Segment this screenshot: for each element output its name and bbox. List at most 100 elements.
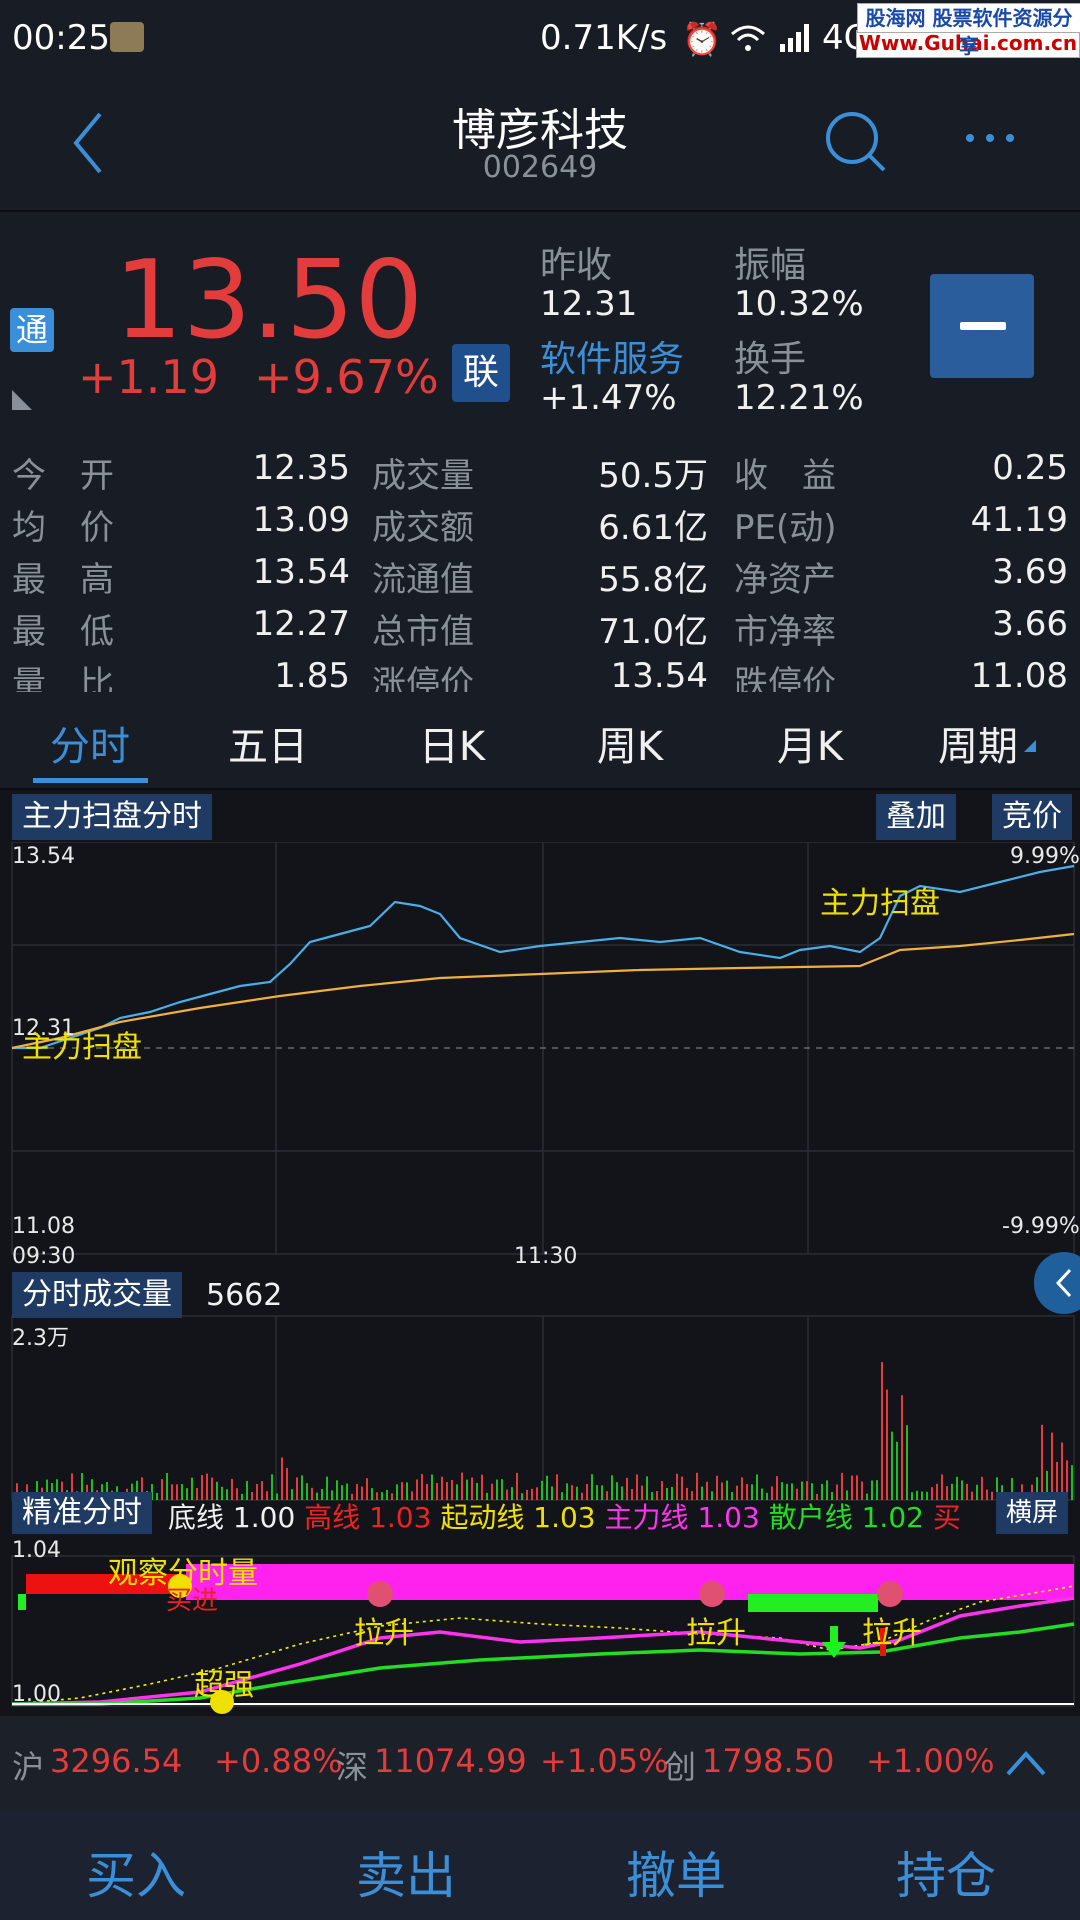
tong-badge[interactable]: 通 (10, 308, 54, 352)
watermark: 股海网 股票软件资源分享 Www.Guhai.com.cn (856, 3, 1080, 58)
stock-code: 002649 (482, 150, 598, 185)
cy-label: 创 (664, 1748, 697, 1786)
lift-marker-icon (367, 1581, 393, 1607)
prev-close-value: 12.31 (540, 284, 638, 324)
wifi-icon (731, 25, 765, 51)
stat-label: 最 低 (12, 612, 114, 652)
nav-bar: 博彦科技 002649 (0, 78, 1080, 212)
stats-row: 均 价 13.09 成交额 6.61亿 PE(动) 41.19 (0, 496, 1080, 548)
precise-legend: 底线 1.00 高线 1.03 起动线 1.03 主力线 1.03 散户线 1.… (168, 1496, 961, 1536)
search-icon[interactable] (822, 108, 892, 178)
trailing-buy-label: 买 (932, 1501, 961, 1534)
buy-button[interactable]: 买入 (36, 1836, 236, 1908)
sh-label: 沪 (12, 1748, 45, 1786)
stat-label: 总市值 (372, 612, 474, 652)
amplitude-value: 10.32% (734, 284, 864, 324)
status-time: 00:25 (12, 18, 110, 58)
more-dots-icon[interactable] (960, 128, 1020, 148)
chart-area: 主力扫盘分时 叠加 竞价 13.54 9.99% 12.31 11.08 -9.… (0, 790, 1080, 1720)
sz-label: 深 (336, 1748, 369, 1786)
stat-label: 成交额 (372, 508, 474, 548)
stat-value: 13.54 (252, 552, 350, 592)
lian-badge[interactable]: 联 (452, 344, 510, 402)
turnover-value: 12.21% (734, 378, 864, 418)
volume-bars (16, 1362, 1073, 1500)
auction-button[interactable]: 竞价 (992, 794, 1072, 840)
lift-label-2: 拉升 (686, 1616, 746, 1651)
volume-bar (896, 1441, 898, 1500)
remove-watchlist-button[interactable] (930, 274, 1034, 378)
stat-label: 市净率 (734, 612, 836, 652)
amplitude-label: 振幅 (734, 245, 807, 286)
volume-grid (11, 1315, 1075, 1501)
volume-bar (901, 1395, 903, 1500)
time-mid-label: 11:30 (514, 1244, 578, 1269)
tab-intraday[interactable]: 分时 (10, 714, 170, 772)
volume-bar (986, 1489, 988, 1500)
lift-label-3: 拉升 (862, 1616, 922, 1651)
precise-y-bottom: 1.00 (12, 1682, 61, 1707)
base-line-label: 底线 (168, 1501, 225, 1534)
overlay-button[interactable]: 叠加 (876, 794, 956, 840)
corner-marker-icon (12, 390, 32, 410)
tab-monthly-k[interactable]: 月K (730, 714, 890, 772)
volume-y-top: 2.3万 (12, 1326, 69, 1351)
chevron-up-icon[interactable] (1004, 1744, 1048, 1780)
y-bottom-label: 11.08 (12, 1214, 75, 1239)
index-ticker[interactable]: 沪 3296.54 +0.88% 深 11074.99 +1.05% 创 179… (0, 1716, 1080, 1810)
volume-bar (156, 1492, 158, 1500)
tab-daily-k[interactable]: 日K (372, 714, 532, 772)
volume-bar (886, 1389, 888, 1500)
stat-value: 55.8亿 (598, 560, 708, 600)
network-speed: 0.71K/s (540, 18, 668, 58)
stat-value: 11.08 (970, 656, 1068, 696)
precise-indicator-tag[interactable]: 精准分时 (12, 1492, 152, 1534)
volume-bar (281, 1457, 283, 1500)
volume-bar (981, 1476, 983, 1500)
main-line-label: 主力线 (604, 1501, 689, 1534)
positions-button[interactable]: 持仓 (846, 1836, 1046, 1908)
intraday-indicator-tag[interactable]: 主力扫盘分时 (12, 794, 212, 840)
stat-value: 13.54 (610, 656, 708, 696)
stat-value: 3.66 (992, 604, 1068, 644)
lift-label-1: 拉升 (354, 1616, 414, 1651)
price-change-pct: +9.67% (254, 350, 439, 404)
tab-five-day[interactable]: 五日 (188, 714, 348, 772)
volume-bar (971, 1491, 973, 1500)
base-line-value: 1.00 (232, 1501, 296, 1534)
price-change: +1.19 (78, 350, 219, 404)
sell-button[interactable]: 卖出 (306, 1836, 506, 1908)
retail-line-value: 1.02 (861, 1501, 924, 1534)
stat-label: 今 开 (12, 456, 114, 496)
current-price: 13.50 (114, 238, 424, 363)
stat-label: 最 高 (12, 560, 114, 600)
stat-value: 6.61亿 (598, 508, 708, 548)
minus-icon (960, 322, 1006, 330)
magenta-band (186, 1564, 1074, 1600)
lift-marker-icon (699, 1581, 725, 1607)
sector-change: +1.47% (540, 378, 677, 418)
high-line-value: 1.03 (369, 1501, 432, 1534)
stat-value: 41.19 (970, 500, 1068, 540)
volume-bar (891, 1431, 893, 1500)
buy-in-label: 买进 (166, 1586, 219, 1616)
landscape-button[interactable]: 横屏 (996, 1492, 1069, 1534)
volume-bar (961, 1480, 963, 1500)
stats-row: 最 低 12.27 总市值 71.0亿 市净率 3.66 (0, 600, 1080, 652)
sz-value: 11074.99 (374, 1742, 527, 1780)
stat-label: PE(动) (734, 508, 837, 548)
volume-indicator-tag[interactable]: 分时成交量 (12, 1272, 182, 1318)
super-strong-label: 超强 (194, 1668, 254, 1703)
volume-bar (161, 1479, 163, 1500)
tab-weekly-k[interactable]: 周K (550, 714, 710, 772)
stat-label: 净资产 (734, 560, 836, 600)
stat-label: 流通值 (372, 560, 474, 600)
cancel-order-button[interactable]: 撤单 (576, 1836, 776, 1908)
sh-pct: +0.88% (214, 1742, 343, 1780)
stat-value: 12.35 (252, 448, 350, 488)
watermark-top: 股海网 股票软件资源分享 (857, 3, 1080, 58)
stat-value: 13.09 (252, 500, 350, 540)
stat-value: 0.25 (992, 448, 1068, 488)
prev-close-label: 昨收 (540, 245, 613, 286)
sector-link[interactable]: 软件服务 (540, 330, 684, 382)
